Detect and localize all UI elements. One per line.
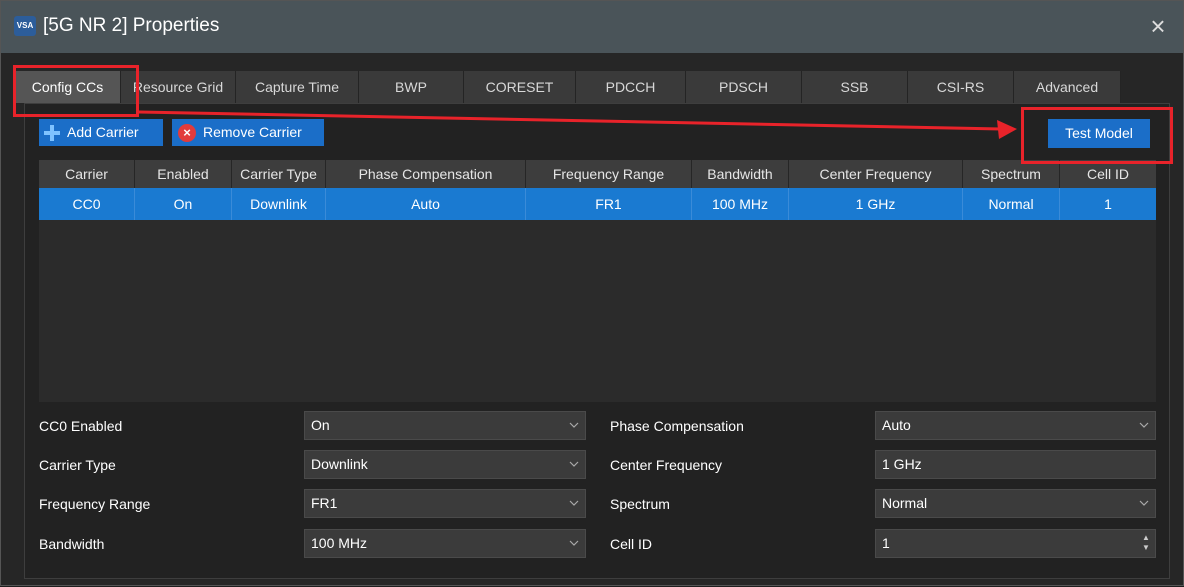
tab-capture-time[interactable]: Capture Time xyxy=(236,71,359,103)
carrier-type-select[interactable]: Downlink xyxy=(304,450,586,479)
chevron-down-icon xyxy=(1139,500,1149,506)
remove-carrier-label: Remove Carrier xyxy=(203,124,302,140)
remove-x-icon: × xyxy=(178,124,196,142)
spectrum-select[interactable]: Normal xyxy=(875,489,1156,518)
properties-window: VSA [5G NR 2] Properties × Config CCs Re… xyxy=(0,0,1184,586)
frequency-range-value: FR1 xyxy=(311,495,338,511)
vsa-app-icon: VSA xyxy=(14,16,36,36)
frequency-range-label: Frequency Range xyxy=(39,496,151,512)
cell-center-frequency: 1 GHz xyxy=(789,188,963,220)
carrier-type-label: Carrier Type xyxy=(39,457,116,473)
cell-id-value: 1 xyxy=(882,535,890,551)
carrier-type-value: Downlink xyxy=(311,456,368,472)
cell-id-spinbox[interactable]: 1 ▲ ▼ xyxy=(875,529,1156,558)
cell-frequency-range: FR1 xyxy=(526,188,692,220)
cell-phase-compensation: Auto xyxy=(326,188,526,220)
phase-compensation-label: Phase Compensation xyxy=(610,418,744,434)
cell-spectrum: Normal xyxy=(963,188,1060,220)
table-header: Carrier Enabled Carrier Type Phase Compe… xyxy=(39,160,1156,188)
spin-arrows-icon[interactable]: ▲ ▼ xyxy=(1141,533,1151,554)
chevron-down-icon xyxy=(1139,422,1149,428)
center-frequency-value: 1 GHz xyxy=(882,456,922,472)
spectrum-label: Spectrum xyxy=(610,496,670,512)
annotation-box-test-model xyxy=(1021,107,1173,164)
cell-cell-id: 1 xyxy=(1104,196,1112,212)
col-frequency-range[interactable]: Frequency Range xyxy=(526,160,692,188)
col-bandwidth[interactable]: Bandwidth xyxy=(692,160,789,188)
title-bar[interactable]: VSA [5G NR 2] Properties × xyxy=(1,1,1183,53)
center-frequency-input[interactable]: 1 GHz xyxy=(875,450,1156,479)
tab-pdcch[interactable]: PDCCH xyxy=(576,71,686,103)
tab-coreset[interactable]: CORESET xyxy=(464,71,576,103)
cell-id-label: Cell ID xyxy=(610,536,653,552)
col-spectrum[interactable]: Spectrum xyxy=(963,160,1060,188)
cc0-enabled-label: CC0 Enabled xyxy=(39,418,123,434)
bandwidth-select[interactable]: 100 MHz xyxy=(304,529,586,558)
col-phase-compensation[interactable]: Phase Compensation xyxy=(326,160,526,188)
bandwidth-label: Bandwidth xyxy=(39,536,105,552)
tab-advanced[interactable]: Advanced xyxy=(1014,71,1121,103)
cell-carrier-type: Downlink xyxy=(232,188,326,220)
remove-carrier-button[interactable]: × Remove Carrier xyxy=(172,119,324,146)
chevron-down-icon xyxy=(569,540,579,546)
add-carrier-button[interactable]: Add Carrier xyxy=(39,119,163,146)
carrier-table: Carrier Enabled Carrier Type Phase Compe… xyxy=(39,160,1156,402)
annotation-box-config-ccs xyxy=(13,65,139,117)
close-icon[interactable]: × xyxy=(1143,11,1173,41)
phase-compensation-select[interactable]: Auto xyxy=(875,411,1156,440)
cell-carrier: CC0 xyxy=(39,188,135,220)
tab-pdsch[interactable]: PDSCH xyxy=(686,71,802,103)
table-row[interactable]: CC0 On Downlink Auto FR1 100 MHz 1 GHz N… xyxy=(39,188,1156,220)
window-title: [5G NR 2] Properties xyxy=(43,15,220,36)
chevron-down-icon xyxy=(569,422,579,428)
plus-icon xyxy=(44,125,60,141)
col-carrier-type[interactable]: Carrier Type xyxy=(232,160,326,188)
center-frequency-label: Center Frequency xyxy=(610,457,723,473)
bandwidth-value: 100 MHz xyxy=(311,535,368,551)
cc0-enabled-value: On xyxy=(311,417,330,433)
add-carrier-label: Add Carrier xyxy=(67,124,139,140)
col-cell-id[interactable]: Cell ID xyxy=(1060,160,1156,188)
col-enabled[interactable]: Enabled xyxy=(135,160,232,188)
frequency-range-select[interactable]: FR1 xyxy=(304,489,586,518)
tab-bwp[interactable]: BWP xyxy=(359,71,464,103)
chevron-down-icon xyxy=(569,461,579,467)
spectrum-value: Normal xyxy=(882,495,928,511)
phase-compensation-value: Auto xyxy=(882,417,911,433)
cell-bandwidth: 100 MHz xyxy=(692,188,789,220)
col-carrier[interactable]: Carrier xyxy=(39,160,135,188)
tab-ssb[interactable]: SSB xyxy=(802,71,908,103)
cc0-enabled-select[interactable]: On xyxy=(304,411,586,440)
col-center-frequency[interactable]: Center Frequency xyxy=(789,160,963,188)
tab-csi-rs[interactable]: CSI-RS xyxy=(908,71,1014,103)
chevron-down-icon xyxy=(569,500,579,506)
cell-enabled: On xyxy=(135,188,232,220)
